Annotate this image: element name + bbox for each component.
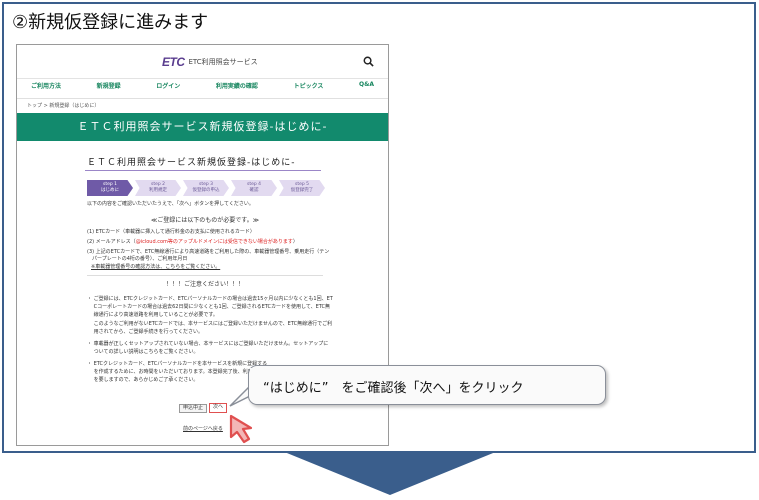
step-progress: step 1 はじめに step 2 利用規定 step 3 仮登録の申込 step … — [87, 180, 325, 196]
caution-line: を要しますので、あらかじめご了承ください。 — [87, 377, 199, 383]
main-nav: ご利用方法 新規登録 ログイン 利用実績の確認 トピックス Q&A — [17, 81, 388, 97]
step-3: step 3 仮登録の申込 — [183, 180, 229, 196]
nav-item-usage[interactable]: ご利用方法 — [31, 81, 61, 97]
instruction-callout: “はじめに” をご確認後「次へ」をクリック — [248, 365, 606, 405]
step-2: step 2 利用規定 — [135, 180, 181, 196]
caution-line: ・ ETCクレジットカード、ETCパーソナルカードを本サービスを新規に登録する — [87, 361, 268, 367]
caution-line: Cコーポレートカードの場合は過去62日間に少なくとも1回、ご登録されるETCカー… — [87, 304, 331, 310]
callout-text: “はじめに” をご確認後「次へ」をクリック — [263, 381, 524, 396]
breadcrumb[interactable]: トップ > 新規登録（はじめに） — [27, 102, 99, 109]
heading-underline — [85, 170, 321, 171]
caution-line: ついての詳しい説明はこちらをご覧ください。 — [87, 349, 199, 355]
logo-text: ETC利用照会サービス — [188, 58, 258, 66]
device-number-link[interactable]: ※車載器管理番号の確認方法は、こちらをご覧ください。 — [91, 264, 220, 271]
step-5: step 5 仮登録完了 — [279, 180, 325, 196]
caution-heading: ！！！ご注意ください！！！ — [165, 281, 244, 288]
site-header: ETC ETC利用照会サービス — [17, 45, 388, 79]
required-item-3-cont: パープレートの4桁の番号）、ご利用年月日 — [87, 256, 188, 262]
nav-item-qa[interactable]: Q&A — [359, 81, 374, 97]
step-4: step 4 確認 — [231, 180, 277, 196]
nav-divider — [17, 98, 388, 99]
required-item-2: (2) メールアドレス（@icloud.com等のアップルドメインには受信できな… — [87, 239, 298, 245]
section-divider — [87, 275, 323, 276]
down-arrow-icon — [282, 451, 498, 495]
nav-item-history[interactable]: 利用実績の確認 — [216, 81, 258, 97]
search-icon[interactable] — [363, 56, 374, 67]
callout-tail-mask — [250, 368, 258, 390]
step-title: ②新規仮登録に進みます — [12, 12, 209, 33]
logo-mark: ETC — [162, 55, 185, 69]
back-link[interactable]: 前のページへ戻る — [183, 426, 223, 433]
caution-line: このようなご利用がないETCカードでは、本サービスにはご登録いただけませんので、… — [87, 321, 333, 327]
pointer-arrow-icon — [229, 414, 253, 444]
nav-item-topics[interactable]: トピックス — [294, 81, 324, 97]
nav-item-register[interactable]: 新規登録 — [97, 81, 121, 97]
caution-line: ・ ご登録には、ETCクレジットカード、ETCパーソナルカードの場合は過去15ヶ… — [87, 296, 333, 302]
nav-item-login[interactable]: ログイン — [156, 81, 180, 97]
page-banner: ＥＴＣ利用照会サービス新規仮登録-はじめに- — [17, 113, 388, 141]
required-item-1: (1) ETCカード（車載器に挿入して通行料金のお支払に使用されるカード） — [87, 229, 255, 235]
site-logo[interactable]: ETC ETC利用照会サービス — [162, 55, 258, 69]
caution-line: を作成するために、お時間をいただいております。本登録完了後、利用明 — [87, 369, 258, 375]
page-heading: ＥＴＣ利用照会サービス新規仮登録-はじめに- — [87, 158, 296, 168]
caution-line: 用されてから、ご登録手続きを行ってください。 — [87, 329, 204, 335]
step-1: step 1 はじめに — [87, 180, 133, 196]
intro-text: 以下の内容をご確認いただいたうえで、「次へ」ボタンを押してください。 — [87, 201, 254, 207]
caution-line: ・ 車載器が正しくセットアップされていない場合、本サービスにはご登録いただけませ… — [87, 341, 329, 347]
caution-line: 線通行により高速道路を利用していることが必要です。 — [87, 312, 218, 318]
required-item-3: (3) 上記のETCカードで、ETC無線通行により高速道路をご利用した際の、車載… — [87, 249, 330, 255]
required-heading: ≪ご登録には以下のものが必要です。≫ — [151, 217, 259, 224]
cancel-button[interactable]: 申込中止 — [179, 404, 207, 413]
